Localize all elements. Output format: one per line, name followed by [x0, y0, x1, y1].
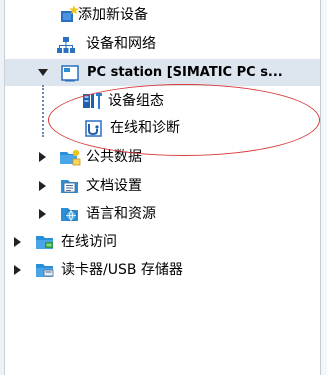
tree-item-label: 在线和诊断	[110, 120, 180, 136]
chevron-right-icon[interactable]	[12, 237, 22, 247]
tree-item-online-diagnostics[interactable]: 在线和诊断	[5, 115, 320, 141]
tree-item-devices-networks[interactable]: 设备和网络	[5, 31, 320, 57]
tree-item-add-device[interactable]: 添加新设备	[5, 2, 320, 28]
chevron-right-icon[interactable]	[37, 209, 47, 219]
device-config-icon	[83, 92, 102, 110]
tree-item-label: 在线访问	[61, 234, 117, 250]
tree-item-device-config[interactable]: 设备组态	[5, 88, 320, 114]
tree-item-label: 设备组态	[108, 93, 164, 109]
tree-item-pc-station[interactable]: PC station [SIMATIC PC s...	[5, 59, 320, 86]
tree-item-card-reader[interactable]: 读卡器/USB 存储器	[5, 257, 320, 283]
pc-station-icon	[61, 64, 79, 82]
online-access-icon	[35, 233, 53, 251]
tree-item-languages-resources[interactable]: 语言和资源	[5, 201, 320, 227]
tree-item-label: 读卡器/USB 存储器	[61, 262, 183, 278]
network-icon	[57, 36, 75, 54]
card-reader-icon	[35, 261, 54, 279]
add-device-icon	[59, 5, 79, 23]
chevron-right-icon[interactable]	[12, 265, 22, 275]
tree-item-label: 添加新设备	[78, 7, 148, 23]
common-data-icon	[59, 148, 81, 166]
chevron-right-icon[interactable]	[37, 181, 47, 191]
languages-icon	[60, 205, 78, 223]
tree-item-online-access[interactable]: 在线访问	[5, 229, 320, 255]
vertical-scrollbar[interactable]	[320, 0, 327, 375]
tree-item-label: PC station [SIMATIC PC s...	[87, 64, 283, 80]
chevron-right-icon[interactable]	[37, 152, 47, 162]
project-tree: 添加新设备 设备和网络 PC station [SIMATIC PC s... …	[5, 0, 320, 375]
doc-settings-icon	[60, 177, 78, 195]
chevron-down-icon[interactable]	[38, 68, 48, 78]
diagnostics-icon	[85, 120, 103, 138]
tree-item-label: 语言和资源	[86, 206, 156, 222]
tree-item-label: 公共数据	[86, 149, 142, 165]
tree-item-label: 设备和网络	[86, 36, 156, 52]
tree-item-label: 文档设置	[86, 178, 142, 194]
tree-item-common-data[interactable]: 公共数据	[5, 144, 320, 170]
tree-item-doc-settings[interactable]: 文档设置	[5, 173, 320, 199]
